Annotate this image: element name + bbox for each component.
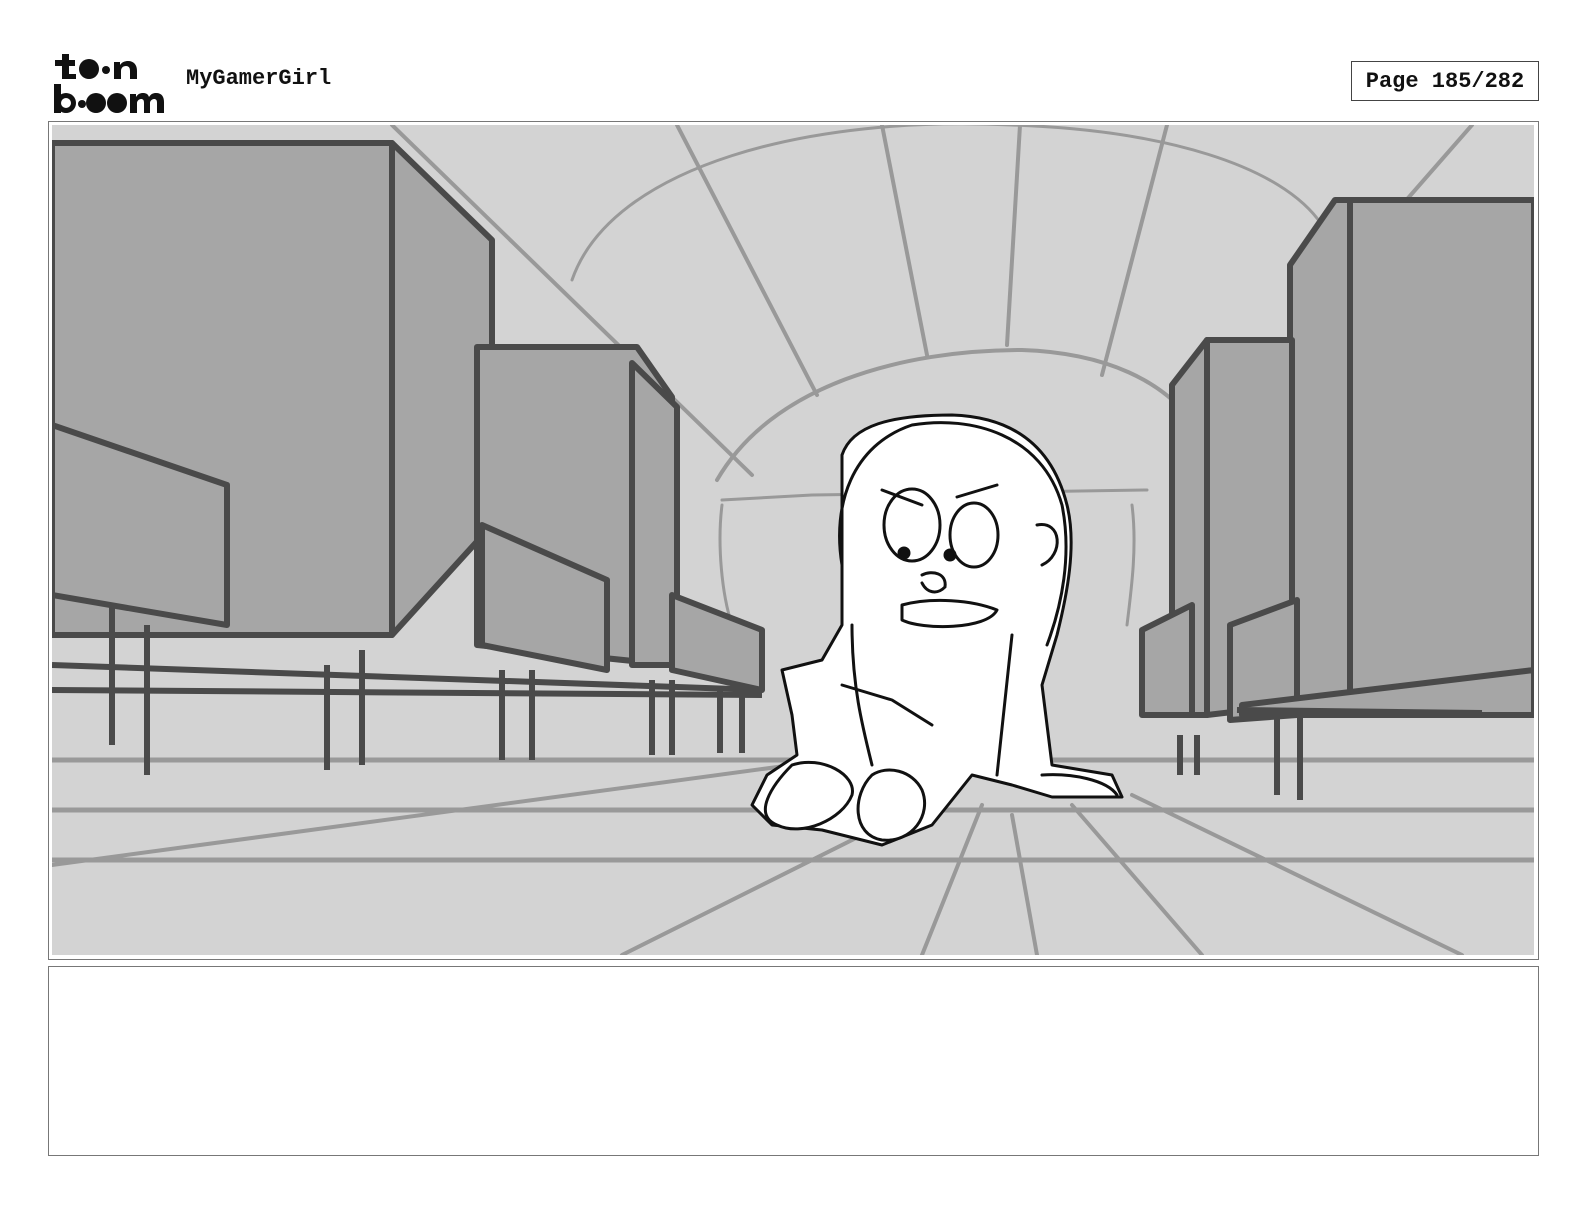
project-title: MyGamerGirl [186,66,332,91]
storyboard-panel-sketch [52,125,1534,955]
caption-box [48,966,1539,1156]
storyboard-panel-frame [48,121,1539,960]
page-counter: Page 185/282 [1351,61,1539,101]
toon-boom-logo [54,54,164,113]
